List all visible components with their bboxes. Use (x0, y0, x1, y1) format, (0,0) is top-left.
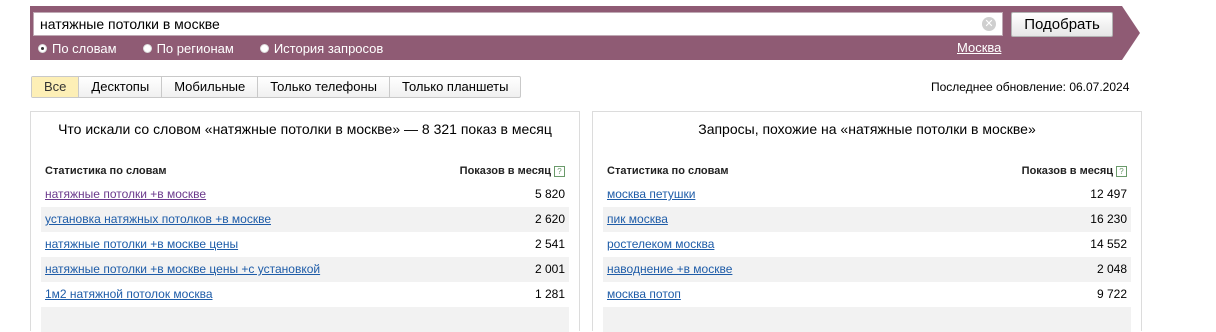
keyword-link[interactable]: пик москва (607, 212, 668, 226)
table-body: москва петушки 12 497 пик москва 16 230 … (603, 182, 1131, 332)
table-row: москва потоп 9 722 (603, 282, 1131, 307)
tab-phones-only[interactable]: Только телефоны (258, 77, 391, 97)
column-count-header: Показов в месяц? (1022, 165, 1127, 177)
impressions-count: 9 722 (1096, 287, 1127, 301)
help-icon[interactable]: ? (1116, 165, 1127, 177)
panel-title: Что искали со словом «натяжные потолки в… (58, 121, 552, 137)
table-header: Статистика по словам Показов в месяц? (607, 165, 1127, 181)
banner-arrow-tip (1122, 6, 1140, 60)
mode-label: По словам (52, 40, 117, 56)
table-row: 1м2 натяжной потолок москва 1 281 (41, 282, 569, 307)
impressions-count: 16 230 (1090, 212, 1127, 226)
keyword-link[interactable]: натяжные потолки +в москве (45, 187, 206, 201)
keyword-link[interactable]: натяжные потолки +в москве цены +с устан… (45, 262, 320, 276)
similar-queries-panel: Запросы, похожие на «натяжные потолки в … (592, 111, 1142, 332)
keyword-link[interactable]: установка натяжных потолков +в москве (45, 212, 271, 226)
search-input[interactable] (40, 13, 970, 35)
table-row (603, 307, 1131, 332)
impressions-count: 2 048 (1096, 262, 1127, 276)
table-row: москва петушки 12 497 (603, 182, 1131, 207)
impressions-count: 2 001 (534, 262, 565, 276)
impressions-count: 14 552 (1090, 237, 1127, 251)
impressions-count: 5 820 (534, 187, 565, 201)
keyword-link[interactable]: 1м2 натяжной потолок москва (45, 287, 213, 301)
table-body: натяжные потолки +в москве 5 820 установ… (41, 182, 569, 332)
radio-icon[interactable] (259, 43, 269, 53)
device-tabs: Все Десктопы Мобильные Только телефоны Т… (31, 76, 522, 98)
radio-icon[interactable] (38, 43, 47, 53)
panel-title: Запросы, похожие на «натяжные потолки в … (698, 121, 1036, 137)
impressions-count: 2 620 (534, 212, 565, 226)
submit-button[interactable]: Подобрать (1011, 12, 1113, 37)
search-box[interactable]: ✕ (33, 12, 1003, 36)
tab-desktops[interactable]: Десктопы (79, 77, 163, 97)
mode-label: По регионам (156, 40, 234, 56)
table-header: Статистика по словам Показов в месяц? (45, 165, 565, 181)
keyword-link[interactable]: натяжные потолки +в москве цены (45, 237, 238, 251)
keyword-link[interactable]: наводнение +в москве (607, 262, 732, 276)
table-row: пик москва 16 230 (603, 207, 1131, 232)
keyword-link[interactable]: москва петушки (607, 187, 695, 201)
search-mode-group: По словам По регионам История запросов (38, 40, 409, 56)
table-row: установка натяжных потолков +в москве 2 … (41, 207, 569, 232)
radio-icon[interactable] (142, 43, 152, 53)
related-words-panel: Что искали со словом «натяжные потолки в… (30, 111, 580, 332)
clear-icon[interactable]: ✕ (982, 17, 996, 31)
mode-by-regions[interactable]: По регионам (142, 40, 234, 56)
table-row: наводнение +в москве 2 048 (603, 257, 1131, 282)
mode-label: История запросов (273, 40, 384, 56)
table-row: ростелеком москва 14 552 (603, 232, 1131, 257)
table-row (41, 307, 569, 332)
column-keyword-header: Статистика по словам (45, 165, 167, 177)
mode-history[interactable]: История запросов (259, 40, 384, 56)
column-keyword-header: Статистика по словам (607, 165, 729, 177)
tab-all[interactable]: Все (32, 77, 80, 97)
table-row: натяжные потолки +в москве цены +с устан… (41, 257, 569, 282)
keyword-link[interactable]: ростелеком москва (607, 237, 714, 251)
mode-by-words[interactable]: По словам (38, 41, 117, 56)
region-link[interactable]: Москва (957, 40, 1001, 55)
tab-tablets-only[interactable]: Только планшеты (390, 77, 520, 97)
column-count-header: Показов в месяц? (460, 165, 565, 177)
keyword-link[interactable]: москва потоп (607, 287, 681, 301)
tab-mobile[interactable]: Мобильные (162, 77, 259, 97)
impressions-count: 12 497 (1090, 187, 1127, 201)
table-row: натяжные потолки +в москве 5 820 (41, 182, 569, 207)
impressions-count: 1 281 (534, 287, 565, 301)
table-row: натяжные потолки +в москве цены 2 541 (41, 232, 569, 257)
impressions-count: 2 541 (534, 237, 565, 251)
help-icon[interactable]: ? (554, 165, 565, 177)
last-update-text: Последнее обновление: 06.07.2024 (931, 80, 1130, 94)
